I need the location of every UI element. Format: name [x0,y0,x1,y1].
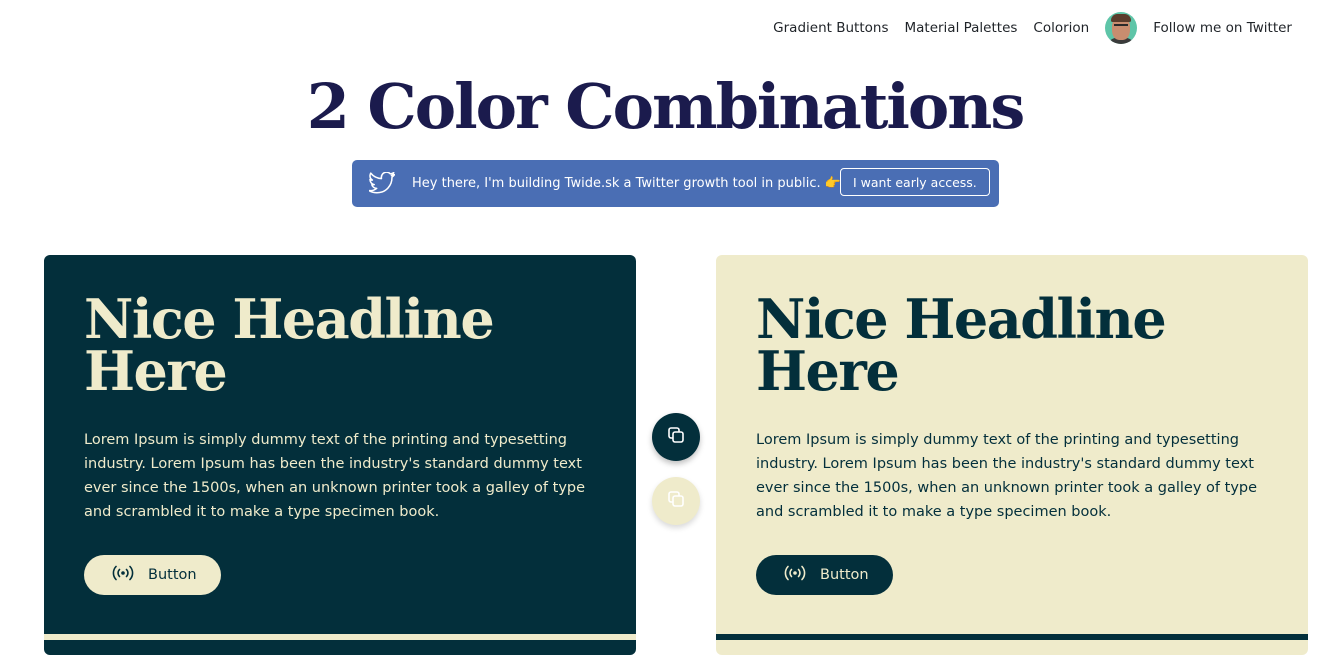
card-dark: Nice Headline Here Lorem Ipsum is simply… [44,255,636,655]
card-button[interactable]: Button [84,555,221,595]
top-nav: Gradient Buttons Material Palettes Color… [773,0,1292,56]
nav-link-material-palettes[interactable]: Material Palettes [904,20,1017,36]
announcement-banner: Hey there, I'm building Twide.sk a Twitt… [352,160,999,207]
card-light: Nice Headline Here Lorem Ipsum is simply… [716,255,1308,655]
nav-link-gradient-buttons[interactable]: Gradient Buttons [773,20,888,36]
card-body: Lorem Ipsum is simply dummy text of the … [84,432,586,520]
card-button-label: Button [820,567,869,583]
banner-message: Hey there, I'm building Twide.sk a Twitt… [412,176,841,191]
copy-icon [666,425,686,449]
nav-link-colorion[interactable]: Colorion [1033,20,1089,36]
avatar-glasses [1114,24,1129,30]
card-body: Lorem Ipsum is simply dummy text of the … [756,432,1258,520]
nav-link-follow-twitter[interactable]: Follow me on Twitter [1153,20,1292,36]
card-button-label: Button [148,567,197,583]
avatar-hair [1111,14,1132,22]
broadcast-icon [782,565,808,585]
card-bottom-strip [716,634,1308,640]
card-headline: Nice Headline Here [756,287,1167,403]
card-headline: Nice Headline Here [84,287,495,403]
page-title: 2 Color Combinations [306,70,1026,143]
card-button[interactable]: Button [756,555,893,595]
card-bottom-strip [44,634,636,640]
twitter-bird-icon [368,171,396,198]
early-access-button[interactable]: I want early access. [840,168,990,196]
copy-icon [666,489,686,513]
avatar[interactable] [1105,12,1138,44]
broadcast-icon [110,565,136,585]
copy-dark-color-button[interactable] [652,413,700,461]
copy-light-color-button[interactable] [652,477,700,525]
